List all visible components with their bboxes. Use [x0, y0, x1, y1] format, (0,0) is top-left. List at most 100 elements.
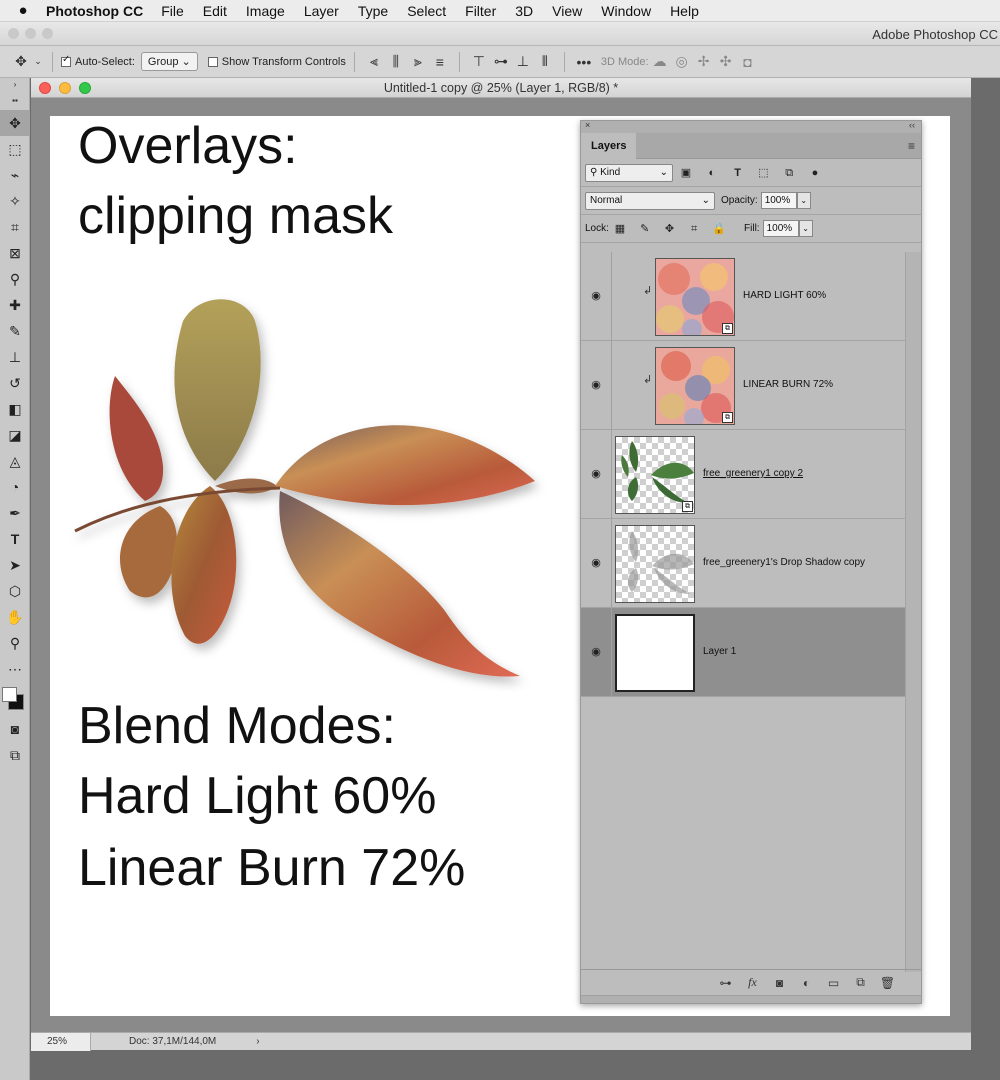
3d-slide-icon[interactable]: ✣ [715, 51, 737, 73]
align-top-edges-icon[interactable]: ⊤ [468, 51, 490, 73]
app-close-button[interactable] [8, 28, 19, 39]
menu-select[interactable]: Select [407, 3, 446, 19]
3d-orbit-icon[interactable]: ☁ [649, 51, 671, 73]
filter-pixel-icon[interactable]: ▣ [676, 166, 696, 179]
visibility-eye-icon[interactable]: ◉ [589, 556, 603, 569]
hand-tool-icon[interactable]: ✋ [0, 604, 30, 630]
layer-name[interactable]: free_greenery1's Drop Shadow copy [703, 557, 865, 568]
fill-dropdown-icon[interactable]: ⌄ [798, 220, 813, 237]
layer-name[interactable]: HARD LIGHT 60% [743, 290, 826, 301]
visibility-eye-icon[interactable]: ◉ [589, 378, 603, 391]
blend-mode-dropdown[interactable]: Normal ⌄ [585, 191, 715, 210]
document-close-button[interactable] [39, 82, 51, 94]
paint-bucket-tool-icon[interactable]: ◪ [0, 422, 30, 448]
screen-mode-icon[interactable]: ⧉ [0, 742, 30, 768]
opacity-field[interactable]: 100% [760, 192, 797, 209]
eyedropper-tool-icon[interactable]: ⚲ [0, 266, 30, 292]
chevron-down-icon[interactable]: ⌄ [32, 51, 44, 73]
link-layers-icon[interactable]: ⊶ [712, 976, 739, 990]
menu-image[interactable]: Image [246, 3, 285, 19]
move-tool-preset-icon[interactable]: ✥ [10, 51, 32, 73]
auto-select-checkbox[interactable] [61, 54, 71, 67]
type-tool-icon[interactable]: T [0, 526, 30, 552]
3d-roll-icon[interactable]: ◎ [671, 51, 693, 73]
filter-shape-icon[interactable]: ⬚ [753, 166, 773, 179]
adjustment-layer-icon[interactable]: ◐ [793, 976, 820, 990]
new-group-icon[interactable]: ▭ [820, 976, 847, 990]
zoom-level-field[interactable]: 25% [31, 1032, 91, 1051]
edit-toolbar-icon[interactable]: ⋯ [0, 656, 30, 682]
3d-pan-icon[interactable]: ✢ [693, 51, 715, 73]
visibility-eye-icon[interactable]: ◉ [589, 467, 603, 480]
close-icon[interactable]: × [585, 120, 590, 130]
menu-layer[interactable]: Layer [304, 3, 339, 19]
align-bottom-edges-icon[interactable]: ⊥ [512, 51, 534, 73]
menu-type[interactable]: Type [358, 3, 388, 19]
panel-resize-grip[interactable] [581, 995, 921, 1003]
app-minimize-button[interactable] [25, 28, 36, 39]
align-right-edges-icon[interactable]: ⫸ [407, 51, 429, 73]
pen-tool-icon[interactable]: ✒ [0, 500, 30, 526]
menu-filter[interactable]: Filter [465, 3, 496, 19]
filter-toggle-icon[interactable]: ● [805, 167, 825, 179]
collapse-icon[interactable]: ‹‹ [909, 120, 915, 130]
menu-help[interactable]: Help [670, 3, 699, 19]
layer-row-drop-shadow[interactable]: ◉ free_greenery1's Drop Shadow copy [581, 519, 907, 608]
layer-row-hard-light[interactable]: ◉ ↲ ⧉ HARD LIGHT 60% [581, 252, 907, 341]
menu-window[interactable]: Window [601, 3, 651, 19]
brush-tool-icon[interactable]: ✎ [0, 318, 30, 344]
healing-brush-tool-icon[interactable]: ✚ [0, 292, 30, 318]
lock-position-icon[interactable]: ✥ [658, 222, 680, 235]
menu-edit[interactable]: Edit [203, 3, 227, 19]
layer-row-layer-1[interactable]: ◉ Layer 1 [581, 608, 907, 697]
tab-layers[interactable]: Layers [581, 133, 637, 159]
zoom-tool-icon[interactable]: ⚲ [0, 630, 30, 656]
lock-image-pixels-icon[interactable]: ✎ [634, 222, 656, 235]
status-menu-arrow-icon[interactable]: › [256, 1036, 259, 1047]
panel-menu-icon[interactable]: ≡ [908, 139, 915, 153]
tools-collapse-icon[interactable]: › [0, 78, 30, 90]
distribute-icon[interactable]: ≡ [429, 51, 451, 73]
tools-grip-icon[interactable]: ▪▪ [0, 90, 30, 110]
add-mask-icon[interactable]: ◙ [766, 976, 793, 990]
marquee-tool-icon[interactable]: ⬚ [0, 136, 30, 162]
magic-wand-tool-icon[interactable]: ✧ [0, 188, 30, 214]
frame-tool-icon[interactable]: ⊠ [0, 240, 30, 266]
show-transform-controls-checkbox[interactable] [207, 56, 218, 67]
layer-style-fx-icon[interactable]: fx [739, 975, 766, 990]
app-zoom-button[interactable] [42, 28, 53, 39]
visibility-eye-icon[interactable]: ◉ [589, 645, 603, 658]
blur-tool-icon[interactable]: ◬ [0, 448, 30, 474]
layer-name[interactable]: LINEAR BURN 72% [743, 379, 833, 390]
menu-3d[interactable]: 3D [515, 3, 533, 19]
lock-transparent-pixels-icon[interactable]: ▦ [609, 222, 631, 235]
document-minimize-button[interactable] [59, 82, 71, 94]
lasso-tool-icon[interactable]: ⌁ [0, 162, 30, 188]
path-selection-tool-icon[interactable]: ➤ [0, 552, 30, 578]
dodge-tool-icon[interactable]: ◔ [0, 474, 30, 500]
layer-name[interactable]: free_greenery1 copy 2 [703, 468, 803, 479]
align-horizontal-centers-icon[interactable]: ⫼ [385, 51, 407, 73]
menu-app-name[interactable]: Photoshop CC [46, 3, 143, 19]
filter-smart-object-icon[interactable]: ⧉ [779, 167, 799, 180]
visibility-eye-icon[interactable]: ◉ [589, 289, 603, 302]
new-layer-icon[interactable]: ⧉ [847, 975, 874, 990]
document-zoom-button[interactable] [79, 82, 91, 94]
quick-mask-icon[interactable]: ◙ [0, 716, 30, 742]
eraser-tool-icon[interactable]: ◧ [0, 396, 30, 422]
filter-kind-dropdown[interactable]: ⚲ Kind ⌄ [585, 163, 673, 182]
distribute-vertical-icon[interactable]: ⦀ [534, 51, 556, 73]
stamp-tool-icon[interactable]: ⊥ [0, 344, 30, 370]
layer-row-greenery-copy[interactable]: ◉ ⧉ free_greenery1 copy 2 [581, 430, 907, 519]
lock-all-icon[interactable]: 🔒 [708, 222, 730, 235]
menu-file[interactable]: File [161, 3, 184, 19]
delete-layer-icon[interactable]: 🗑 [874, 976, 901, 990]
fill-field[interactable]: 100% [762, 220, 799, 237]
menu-view[interactable]: View [552, 3, 582, 19]
align-left-edges-icon[interactable]: ⫷ [363, 51, 385, 73]
lock-artboard-icon[interactable]: ⌗ [683, 223, 705, 236]
3d-camera-icon[interactable]: ◘ [737, 51, 759, 73]
align-vertical-centers-icon[interactable]: ⊶ [490, 51, 512, 73]
layer-name[interactable]: Layer 1 [703, 646, 736, 657]
apple-logo-icon[interactable]: ● [0, 2, 46, 19]
